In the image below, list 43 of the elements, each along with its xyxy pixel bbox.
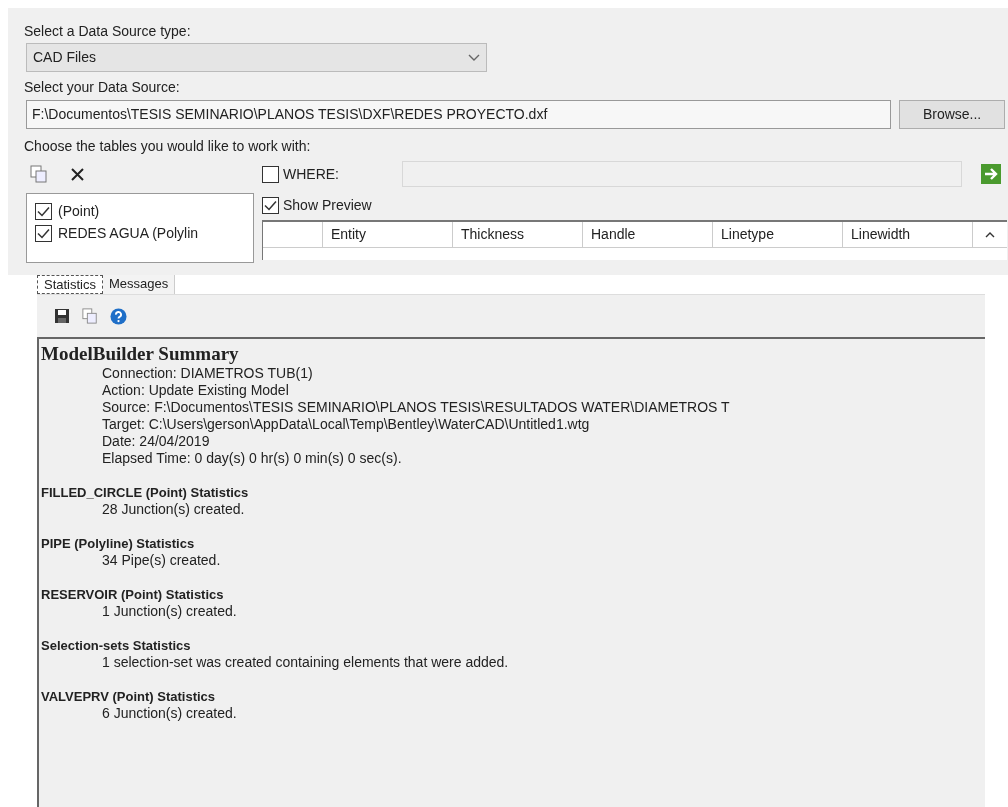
summary-line: Target: C:\Users\gerson\AppData\Local\Temp\Bentley\WaterCAD\Untitled1.wtg [101,416,591,433]
summary-line: 34 Pipe(s) created. [101,552,222,569]
column-header: Linetype [713,222,843,247]
summary-line: Elapsed Time: 0 day(s) 0 hr(s) 0 min(s) 0 sec(s). [101,450,403,467]
copy-icon[interactable] [30,165,48,183]
column-header: Thickness [453,222,583,247]
show-preview-checkbox[interactable]: Show Preview [262,195,1007,216]
chevron-down-icon [468,53,480,62]
summary-line: Action: Update Existing Model [101,382,290,399]
section-heading: RESERVOIR (Point) Statistics [41,587,225,603]
summary-line: 1 selection-set was created containing elements that were added. [101,654,510,671]
save-icon[interactable] [54,308,70,324]
data-source-type-dropdown[interactable]: CAD Files [26,43,487,72]
tab[interactable]: Statistics [37,275,103,294]
summary-line: Date: 24/04/2019 [101,433,211,450]
field-label: Select a Data Source type: [24,22,192,40]
summary-line: 1 Junction(s) created. [101,603,238,620]
column-header: Linewidth [843,222,973,247]
field-label: Select your Data Source: [24,78,181,96]
section-heading: FILLED_CIRCLE (Point) Statistics [41,485,250,501]
where-field[interactable] [402,161,962,187]
summary-title: ModelBuilder Summary [41,343,240,365]
where-checkbox[interactable]: WHERE: [262,163,402,185]
tab[interactable]: Messages [103,275,176,294]
section-heading: VALVEPRV (Point) Statistics [41,689,217,705]
table-item[interactable]: REDES AGUA (Polylin [58,222,199,244]
summary-line: 28 Junction(s) created. [101,501,246,518]
column-header: Entity [323,222,453,247]
summary-line: 6 Junction(s) created. [101,705,238,722]
summary-line: Connection: DIAMETROS TUB(1) [101,365,314,382]
close-icon[interactable] [70,166,85,182]
help-icon[interactable] [110,307,127,325]
section-heading: PIPE (Polyline) Statistics [41,536,196,552]
summary-line: Source: F:\Documentos\TESIS SEMINARIO\PLANOS TESIS\RESULTADOS WATER\DIAMETROS T [101,399,731,416]
column-header: Handle [583,222,713,247]
section-heading: Selection-sets Statistics [41,638,192,654]
path-field[interactable]: F:\Documentos\TESIS SEMINARIO\PLANOS TESIS\DXF\REDES PROYECTO.dxf [26,100,892,129]
section-label: Choose the tables you would like to work with: [24,137,312,155]
arrow-right-icon[interactable] [980,163,1002,185]
scroll-up-icon[interactable] [985,231,995,238]
table-item[interactable]: (Point) [58,200,100,222]
copy-icon[interactable] [82,308,98,324]
browse-button[interactable]: Browse... [899,100,1005,129]
